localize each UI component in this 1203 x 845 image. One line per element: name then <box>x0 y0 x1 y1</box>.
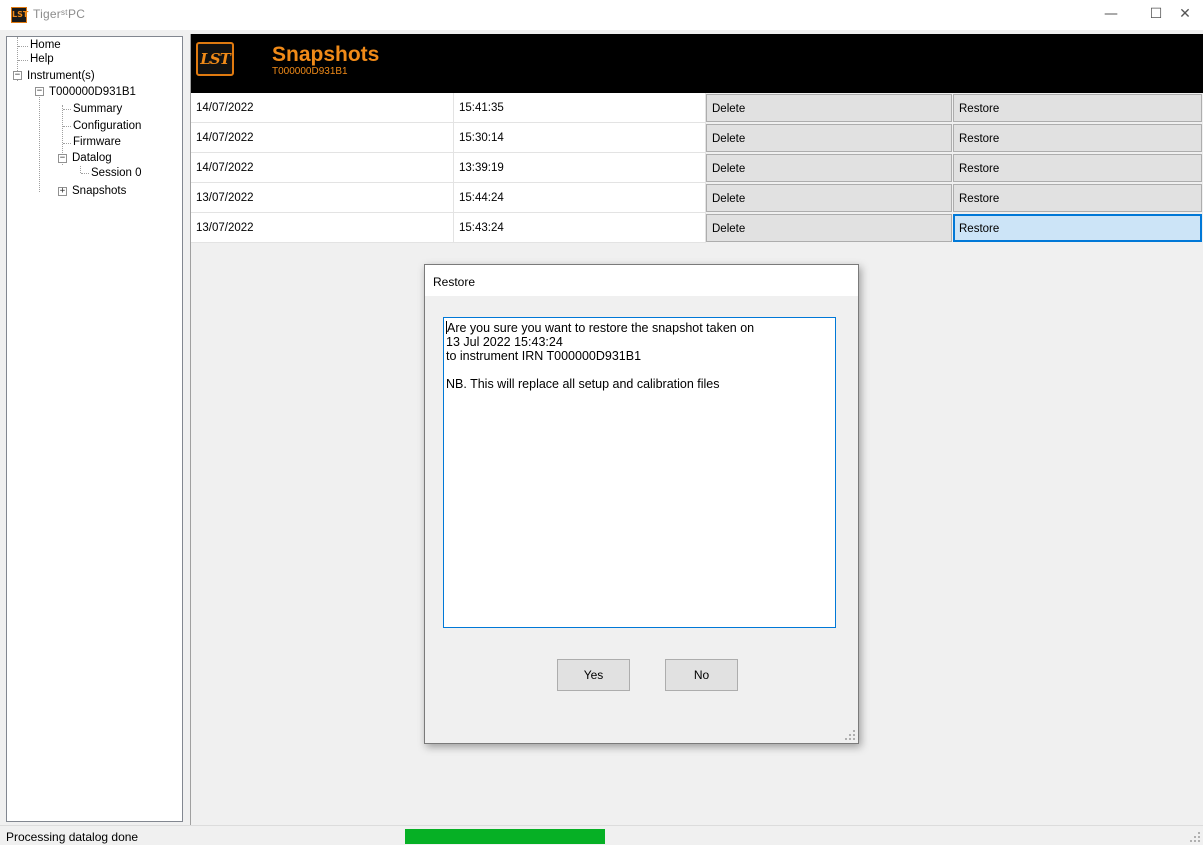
tree-connector <box>81 173 89 174</box>
lst-logo-icon: LST <box>196 42 234 76</box>
snapshot-time-cell: 13:39:19 <box>454 153 706 183</box>
tree-item-summary[interactable]: Summary <box>73 103 122 116</box>
tree-item-home[interactable]: Home <box>30 39 61 52</box>
window-title: TigerˢᵗPC <box>33 7 86 21</box>
expand-toggle-icon[interactable]: + <box>58 187 67 196</box>
tree-connector <box>63 143 71 144</box>
tree-item-firmware[interactable]: Firmware <box>73 136 121 149</box>
tree-item-session-0[interactable]: Session 0 <box>91 167 142 180</box>
page-title: Snapshots <box>272 43 380 66</box>
resize-grip-icon[interactable] <box>845 730 855 740</box>
dialog-title: Restore <box>425 265 858 296</box>
table-row: 13/07/2022 15:43:24 Delete Restore <box>191 213 1203 243</box>
snapshot-time-cell: 15:44:24 <box>454 183 706 213</box>
delete-button[interactable]: Delete <box>706 124 952 152</box>
snapshot-date-cell: 13/07/2022 <box>191 183 454 213</box>
tree-guide-line <box>39 94 40 192</box>
snapshot-date-cell: 13/07/2022 <box>191 213 454 243</box>
progress-bar <box>405 829 605 844</box>
table-row: 13/07/2022 15:44:24 Delete Restore <box>191 183 1203 213</box>
tree-connector <box>63 109 71 110</box>
tree-item-snapshots[interactable]: Snapshots <box>72 185 126 198</box>
snapshot-time-cell: 15:43:24 <box>454 213 706 243</box>
tree-connector <box>18 60 28 61</box>
page-subtitle: T000000D931B1 <box>272 66 348 77</box>
tree-connector <box>63 126 71 127</box>
collapse-toggle-icon[interactable]: − <box>35 87 44 96</box>
tree-item-help[interactable]: Help <box>30 53 54 66</box>
restore-button[interactable]: Restore <box>953 154 1202 182</box>
table-row: 14/07/2022 13:39:19 Delete Restore <box>191 153 1203 183</box>
tree-item-instrument-t000000d931b1[interactable]: T000000D931B1 <box>49 86 136 99</box>
table-row: 14/07/2022 15:41:35 Delete Restore <box>191 93 1203 123</box>
snapshot-date-cell: 14/07/2022 <box>191 123 454 153</box>
snapshot-date-cell: 14/07/2022 <box>191 153 454 183</box>
delete-button[interactable]: Delete <box>706 184 952 212</box>
title-bar: LST TigerˢᵗPC — ☐ ✕ <box>0 0 1203 30</box>
yes-button[interactable]: Yes <box>557 659 630 691</box>
no-button[interactable]: No <box>665 659 738 691</box>
tree-item-instruments[interactable]: Instrument(s) <box>27 70 95 83</box>
tree-item-configuration[interactable]: Configuration <box>73 120 141 133</box>
tree-connector <box>18 46 28 47</box>
collapse-toggle-icon[interactable]: − <box>13 71 22 80</box>
snapshot-time-cell: 15:30:14 <box>454 123 706 153</box>
dialog-message: Are you sure you want to restore the sna… <box>446 321 755 391</box>
close-button[interactable]: ✕ <box>1167 0 1203 30</box>
delete-button[interactable]: Delete <box>706 94 952 122</box>
table-row: 14/07/2022 15:30:14 Delete Restore <box>191 123 1203 153</box>
restore-button[interactable]: Restore <box>953 184 1202 212</box>
app-logo-icon: LST <box>11 7 28 23</box>
dialog-message-box[interactable]: Are you sure you want to restore the sna… <box>443 317 836 628</box>
delete-button[interactable]: Delete <box>706 154 952 182</box>
status-text: Processing datalog done <box>6 830 139 844</box>
tree-item-datalog[interactable]: Datalog <box>72 152 112 165</box>
collapse-toggle-icon[interactable]: − <box>58 154 67 163</box>
restore-button[interactable]: Restore <box>953 124 1202 152</box>
page-header: LST Snapshots T000000D931B1 <box>191 34 1203 93</box>
navigation-tree[interactable]: Home Help − Instrument(s) − T000000D931B… <box>6 36 183 822</box>
status-resize-grip-icon[interactable] <box>1190 832 1200 842</box>
tree-guide-line <box>80 166 81 173</box>
snapshot-time-cell: 15:41:35 <box>454 93 706 123</box>
status-bar: Processing datalog done <box>0 825 1203 845</box>
restore-button[interactable]: Restore <box>953 94 1202 122</box>
snapshot-date-cell: 14/07/2022 <box>191 93 454 123</box>
restore-dialog: Restore Are you sure you want to restore… <box>424 264 859 744</box>
delete-button[interactable]: Delete <box>706 214 952 242</box>
restore-button[interactable]: Restore <box>953 214 1202 242</box>
progress-fill <box>405 829 605 844</box>
logo-text: LST <box>200 50 231 68</box>
minimize-button[interactable]: — <box>1088 0 1134 30</box>
